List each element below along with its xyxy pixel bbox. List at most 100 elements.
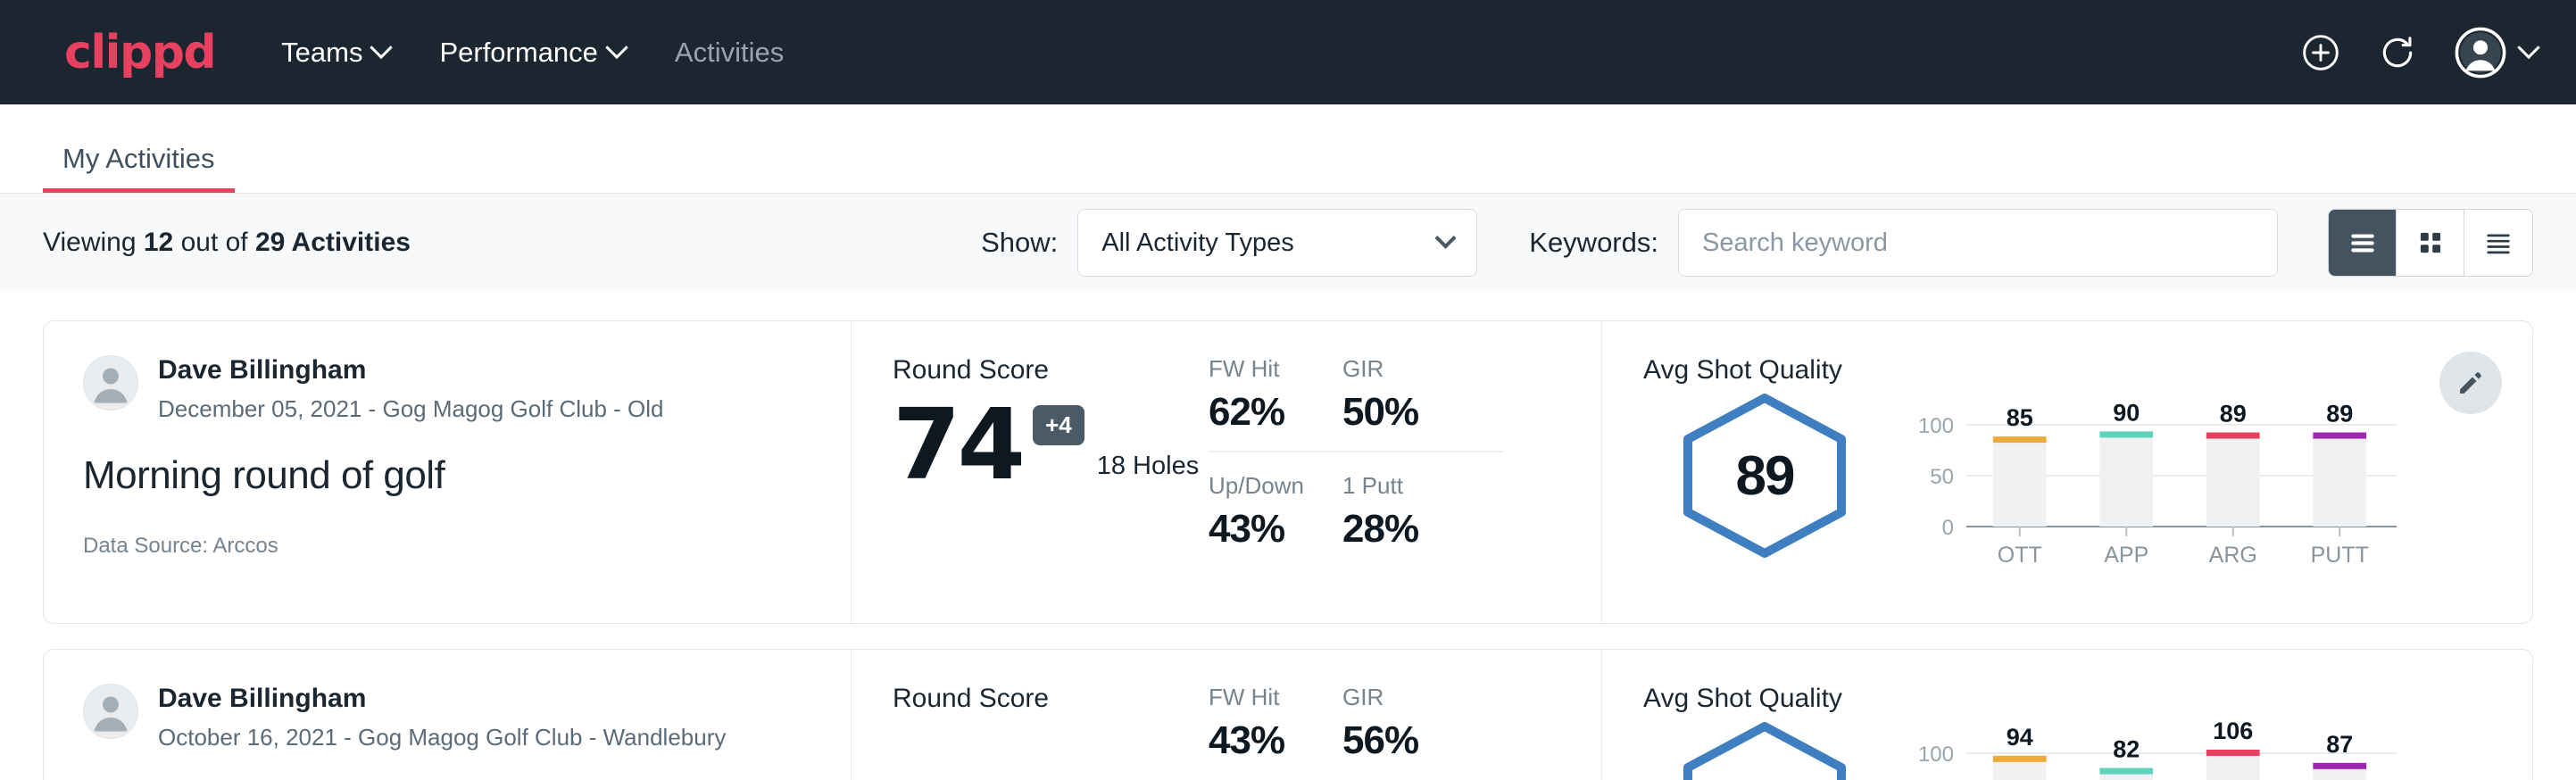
activity-person-row: Dave Billingham October 16, 2021 - Gog M… <box>83 684 811 751</box>
stat-label: Up/Down <box>1209 472 1307 500</box>
view-mode-list-button[interactable] <box>2329 210 2397 276</box>
stat-label: 1 Putt <box>1342 472 1467 500</box>
stat-value: 43% <box>1209 507 1307 552</box>
stat-fw-hit: FW Hit 43% <box>1209 684 1342 763</box>
nav-item-activities[interactable]: Activities <box>675 37 784 69</box>
round-score-label: Round Score <box>893 355 1209 386</box>
svg-text:ARG: ARG <box>2209 543 2257 568</box>
show-label: Show: <box>981 227 1058 259</box>
svg-text:82: 82 <box>2113 736 2140 763</box>
round-stats-column: FW Hit 43% GIR 56% <box>1209 650 1601 780</box>
search-input[interactable] <box>1678 209 2278 277</box>
activity-person-name: Dave Billingham <box>158 684 726 715</box>
avatar <box>83 684 138 739</box>
round-score-label: Round Score <box>893 684 1209 714</box>
plus-circle-icon <box>2301 33 2340 72</box>
view-mode-compact-button[interactable] <box>2464 210 2532 276</box>
stat-one-putt: 1 Putt 28% <box>1342 472 1503 552</box>
svg-text:87: 87 <box>2326 731 2353 758</box>
add-activity-button[interactable] <box>2301 33 2340 72</box>
chevron-down-icon <box>1435 227 1457 248</box>
svg-text:OTT: OTT <box>1998 543 2042 568</box>
stat-label: GIR <box>1342 684 1467 711</box>
tab-my-activities[interactable]: My Activities <box>43 143 235 193</box>
stat-value: 43% <box>1209 718 1307 763</box>
round-score-row: 74 +4 18 Holes <box>893 400 1209 490</box>
viewing-total: 29 Activities <box>255 228 411 257</box>
viewing-summary: Viewing 12 out of 29 Activities <box>43 228 411 258</box>
activity-card-list: Dave Billingham December 05, 2021 - Gog … <box>0 320 2576 780</box>
stat-label: GIR <box>1342 355 1467 383</box>
bar-chart-svg: 05010094OTT82APP106ARG87PUTT <box>1902 718 2402 780</box>
nav-item-performance[interactable]: Performance <box>439 37 624 69</box>
chevron-down-icon <box>2517 36 2539 58</box>
filter-controls: Show: All Activity Types Keywords: <box>981 209 2533 277</box>
tab-label: My Activities <box>62 143 215 174</box>
activity-person-name: Dave Billingham <box>158 355 664 386</box>
filter-toolbar: Viewing 12 out of 29 Activities Show: Al… <box>0 194 2576 292</box>
person-avatar-icon <box>84 355 137 411</box>
view-mode-grid-button[interactable] <box>2397 210 2464 276</box>
activity-card[interactable]: Dave Billingham October 16, 2021 - Gog M… <box>43 649 2533 780</box>
svg-text:100: 100 <box>1918 414 1954 438</box>
nav-item-teams[interactable]: Teams <box>281 37 389 69</box>
viewing-count: 12 <box>144 228 173 257</box>
clippd-logo[interactable]: clippd <box>64 29 215 76</box>
avg-shot-quality-body: 05010094OTT82APP106ARG87PUTT <box>1643 718 2532 780</box>
stat-label: FW Hit <box>1209 355 1307 383</box>
round-stats-column: FW Hit 62% GIR 50% Up/Down 43% 1 Putt 28… <box>1209 321 1601 623</box>
compact-view-icon <box>2481 226 2515 260</box>
svg-text:89: 89 <box>2326 401 2353 427</box>
stat-gir: GIR 56% <box>1342 684 1503 763</box>
svg-text:90: 90 <box>2113 399 2140 426</box>
activity-type-select[interactable]: All Activity Types <box>1077 209 1477 277</box>
tab-bar: My Activities <box>0 104 2576 194</box>
list-view-icon <box>2346 226 2380 260</box>
avg-shot-quality-label: Avg Shot Quality <box>1643 355 2532 386</box>
shot-quality-score <box>1675 721 1854 780</box>
svg-text:100: 100 <box>1918 743 1954 767</box>
stat-value: 50% <box>1342 390 1467 435</box>
edit-activity-button[interactable] <box>2439 352 2502 414</box>
avg-shot-quality-body: 89 0 50 100 85 OTT 90 APP 89 ARG 89 PUTT <box>1643 389 2532 572</box>
round-score-column: Round Score 74 +4 18 Holes <box>852 321 1209 623</box>
main-nav: Teams Performance Activities <box>281 37 784 69</box>
nav-item-label: Performance <box>439 37 597 69</box>
svg-text:106: 106 <box>2213 718 2253 744</box>
avg-shot-quality-label: Avg Shot Quality <box>1643 684 2532 714</box>
svg-text:89: 89 <box>2220 401 2247 427</box>
activity-data-source: Data Source: Arccos <box>83 534 811 559</box>
pencil-icon <box>2456 368 2486 398</box>
shot-quality-score: 89 <box>1675 393 1854 559</box>
round-stats-grid: FW Hit 43% GIR 56% <box>1209 684 1601 763</box>
avg-shot-quality-column: Avg Shot Quality 05010094OTT82APP106ARG8… <box>1601 650 2532 780</box>
svg-text:APP: APP <box>2104 543 2148 568</box>
shot-quality-bar-chart: 05010094OTT82APP106ARG87PUTT <box>1902 718 2402 780</box>
round-holes-label: 18 Holes <box>1097 452 1199 490</box>
chevron-down-icon <box>370 36 393 58</box>
grid-view-icon <box>2414 226 2447 260</box>
activity-person-row: Dave Billingham December 05, 2021 - Gog … <box>83 355 811 423</box>
nav-item-label: Activities <box>675 37 784 69</box>
bar-chart-svg: 0 50 100 85 OTT 90 APP 89 ARG 89 PUTT <box>1902 389 2402 568</box>
activity-card[interactable]: Dave Billingham December 05, 2021 - Gog … <box>43 320 2533 624</box>
stat-value: 62% <box>1209 390 1307 435</box>
refresh-button[interactable] <box>2378 33 2417 72</box>
svg-text:PUTT: PUTT <box>2311 543 2369 568</box>
person-avatar-icon <box>84 684 137 739</box>
keywords-label: Keywords: <box>1529 227 1658 259</box>
svg-text:94: 94 <box>2007 724 2033 751</box>
stat-up-down: Up/Down 43% <box>1209 472 1342 552</box>
account-menu-button[interactable] <box>2455 27 2537 79</box>
svg-text:50: 50 <box>1930 465 1954 489</box>
activity-type-select-value: All Activity Types <box>1101 228 1293 258</box>
viewing-middle: out of <box>173 228 255 257</box>
shot-quality-bar-chart: 0 50 100 85 OTT 90 APP 89 ARG 89 PUTT <box>1902 389 2402 572</box>
account-avatar-icon <box>2455 27 2506 79</box>
svg-text:85: 85 <box>2007 404 2033 431</box>
view-mode-toggle-group <box>2328 209 2533 277</box>
refresh-icon <box>2378 33 2417 72</box>
activity-title: Morning round of golf <box>83 453 811 498</box>
svg-text:0: 0 <box>1942 516 1954 540</box>
chevron-down-icon <box>605 36 627 58</box>
